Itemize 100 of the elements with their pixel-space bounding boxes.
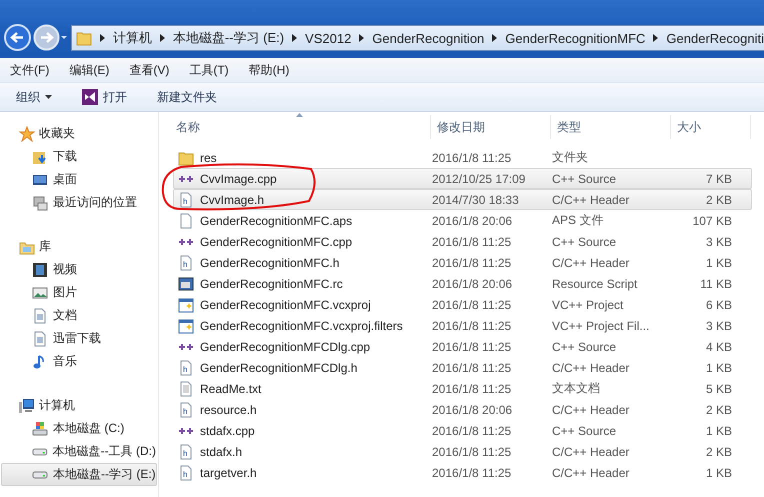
file-name: GenderRecognitionMFC.aps: [200, 214, 354, 228]
size-cell-text: 6 KB: [704, 298, 733, 312]
column-header[interactable]: 名称: [159, 115, 431, 139]
file-name: GenderRecognitionMFC.cpp: [200, 234, 354, 248]
chevron-icon: [100, 34, 105, 42]
breadcrumb-segment[interactable]: 本地磁盘--学习 (E:): [172, 29, 284, 47]
drive-icon: [32, 448, 48, 456]
file-name: GenderRecognitionMFCDlg.cpp: [200, 340, 372, 354]
menu-item[interactable]: 帮助(H): [242, 62, 296, 78]
column-header[interactable]: 大小: [671, 115, 751, 139]
breadcrumb-segment[interactable]: 计算机: [112, 29, 152, 47]
size-cell-text: 2 KB: [704, 192, 733, 206]
size-cell-text: 1 KB: [704, 256, 733, 270]
type-cell-text: C/C++ Header: [552, 192, 630, 206]
size-cell-text: 107 KB: [692, 214, 733, 228]
file-row[interactable]: GenderRecognitionMFC.vcxproj.filters 2016/1/8 11:25 VC++ Project Fil... 3 KB: [173, 315, 752, 336]
date-cell-text: 2016/1/8 11:25: [432, 466, 512, 480]
file-name: GenderRecognitionMFC.vcxproj: [200, 298, 372, 312]
column-header[interactable]: 类型: [551, 115, 671, 139]
size-cell-text: 11 KB: [699, 276, 733, 290]
sort-arrow-icon: [296, 113, 303, 117]
date-cell-text: 2016/1/8 11:25: [432, 318, 512, 332]
header-file-icon: h: [178, 402, 194, 418]
sidebar-item[interactable]: 下载: [1, 145, 157, 168]
menu-item[interactable]: 编辑(E): [63, 62, 116, 78]
file-row[interactable]: GenderRecognitionMFC.aps 2016/1/8 20:06 APS 文件 107 KB: [173, 210, 752, 231]
app-logo-icon: [82, 89, 98, 105]
date-cell-text: 2016/1/8 11:25: [432, 256, 512, 270]
sidebar-group-label[interactable]: 库: [39, 238, 51, 255]
breadcrumb-segment[interactable]: GenderRecognition: [372, 30, 484, 46]
breadcrumb-segment[interactable]: GenderRecognitionMFC: [505, 30, 646, 46]
sidebar-item[interactable]: 本地磁盘--工具 (D:): [1, 440, 157, 463]
sidebar-item[interactable]: 图片: [1, 281, 157, 304]
file-row[interactable]: h stdafx.h 2016/1/8 11:25 C/C++ Header 2 KB: [173, 441, 752, 462]
size-cell-text: 1 KB: [704, 424, 733, 438]
sidebar-item[interactable]: 音乐: [1, 350, 157, 373]
folder-icon: [178, 150, 194, 166]
sidebar-item[interactable]: 视频: [1, 258, 157, 281]
file-name: targetver.h: [200, 466, 258, 480]
text-file-icon: [178, 380, 194, 396]
star-icon: [19, 126, 35, 142]
sidebar-group-label[interactable]: 收藏夹: [39, 125, 75, 142]
sidebar-item[interactable]: 文档: [1, 304, 157, 327]
type-cell-text: VC++ Project: [552, 298, 624, 312]
sidebar-item[interactable]: 本地磁盘 (C:): [1, 417, 157, 440]
folder-icon: [76, 30, 92, 46]
sidebar-item[interactable]: 桌面: [1, 168, 157, 191]
date-cell-text: 2016/1/8 20:06: [432, 214, 514, 228]
file-row[interactable]: h resource.h 2016/1/8 20:06 C/C++ Header 2 KB: [173, 399, 752, 420]
type-cell-text: C++ Source: [552, 234, 618, 248]
type-cell-text: APS 文件: [552, 212, 604, 229]
breadcrumb-segment[interactable]: VS2012: [305, 30, 352, 46]
file-row[interactable]: h GenderRecognitionMFC.h 2016/1/8 11:25 C/C++ Header 1 KB: [173, 252, 752, 273]
file-row[interactable]: h CvvImage.h 2014/7/30 18:33 C/C++ Header 2 KB: [173, 189, 752, 210]
organize-button[interactable]: 组织: [12, 86, 56, 108]
size-cell-text: 2 KB: [704, 402, 733, 416]
file-name: stdafx.cpp: [200, 424, 256, 438]
header-file-icon: h: [178, 254, 194, 270]
file-row[interactable]: GenderRecognitionMFC.rc 2016/1/8 20:06 Resource Script 11 KB: [173, 273, 752, 294]
file-row[interactable]: h GenderRecognitionMFCDlg.h 2016/1/8 11:25 C/C++ Header 1 KB: [173, 357, 752, 378]
address-bar[interactable]: 计算机 本地磁盘--学习 (E:) VS2012 GenderRecognition GenderRecognitionMFC GenderRecogniti: [71, 25, 764, 51]
computer-icon: [19, 398, 35, 414]
size-cell-text: 5 KB: [704, 382, 733, 396]
file-name: CvvImage.cpp: [200, 172, 278, 186]
recent-places-icon: [32, 194, 48, 210]
sidebar-group-label[interactable]: 计算机: [39, 397, 75, 414]
date-cell-text: 2016/1/8 11:25: [432, 382, 512, 396]
file-row[interactable]: h targetver.h 2016/1/8 11:25 C/C++ Header 1 KB: [173, 462, 752, 483]
type-cell-text: 文件夹: [552, 149, 589, 166]
size-cell-text: 2 KB: [704, 444, 733, 458]
type-cell-text: VC++ Project Fil...: [552, 318, 650, 332]
forward-icon[interactable]: [33, 24, 69, 51]
date-cell-text: 2016/1/8 11:25: [432, 424, 512, 438]
file-name: GenderRecognitionMFC.rc: [200, 276, 344, 290]
project-file-icon: [178, 318, 194, 334]
file-row[interactable]: CvvImage.cpp 2012/10/25 17:09 C++ Source 7 KB: [173, 168, 752, 189]
sidebar-item[interactable]: 迅雷下载: [1, 327, 157, 350]
size-cell-text: 4 KB: [704, 340, 733, 354]
file-row[interactable]: stdafx.cpp 2016/1/8 11:25 C++ Source 1 KB: [173, 420, 752, 441]
breadcrumb-segment[interactable]: GenderRecogniti: [666, 30, 764, 46]
file-name: CvvImage.h: [200, 192, 266, 206]
menu-item[interactable]: 工具(T): [183, 62, 235, 78]
size-cell-text: 3 KB: [704, 318, 733, 332]
file-row[interactable]: ReadMe.txt 2016/1/8 11:25 文本文档 5 KB: [173, 378, 752, 399]
column-header[interactable]: 修改日期: [431, 115, 551, 139]
sidebar-item[interactable]: 最近访问的位置: [1, 191, 157, 214]
chevron-icon: [359, 34, 364, 42]
open-button[interactable]: 打开: [78, 86, 131, 108]
file-name: GenderRecognitionMFC.h: [200, 256, 340, 270]
type-cell-text: C/C++ Header: [552, 466, 630, 480]
caret-icon: [45, 95, 52, 99]
menu-item[interactable]: 文件(F): [4, 62, 56, 78]
file-row[interactable]: res 2016/1/8 11:25 文件夹: [173, 147, 752, 168]
file-row[interactable]: GenderRecognitionMFC.cpp 2016/1/8 11:25 C++ Source 3 KB: [173, 231, 752, 252]
file-row[interactable]: GenderRecognitionMFC.vcxproj 2016/1/8 11:25 VC++ Project 6 KB: [173, 294, 752, 315]
back-icon[interactable]: [4, 24, 31, 51]
menu-item[interactable]: 查看(V): [123, 62, 176, 78]
new-folder-button[interactable]: 新建文件夹: [153, 86, 221, 108]
file-row[interactable]: GenderRecognitionMFCDlg.cpp 2016/1/8 11:25 C++ Source 4 KB: [173, 336, 752, 357]
sidebar-item[interactable]: 本地磁盘--学习 (E:): [1, 463, 157, 486]
